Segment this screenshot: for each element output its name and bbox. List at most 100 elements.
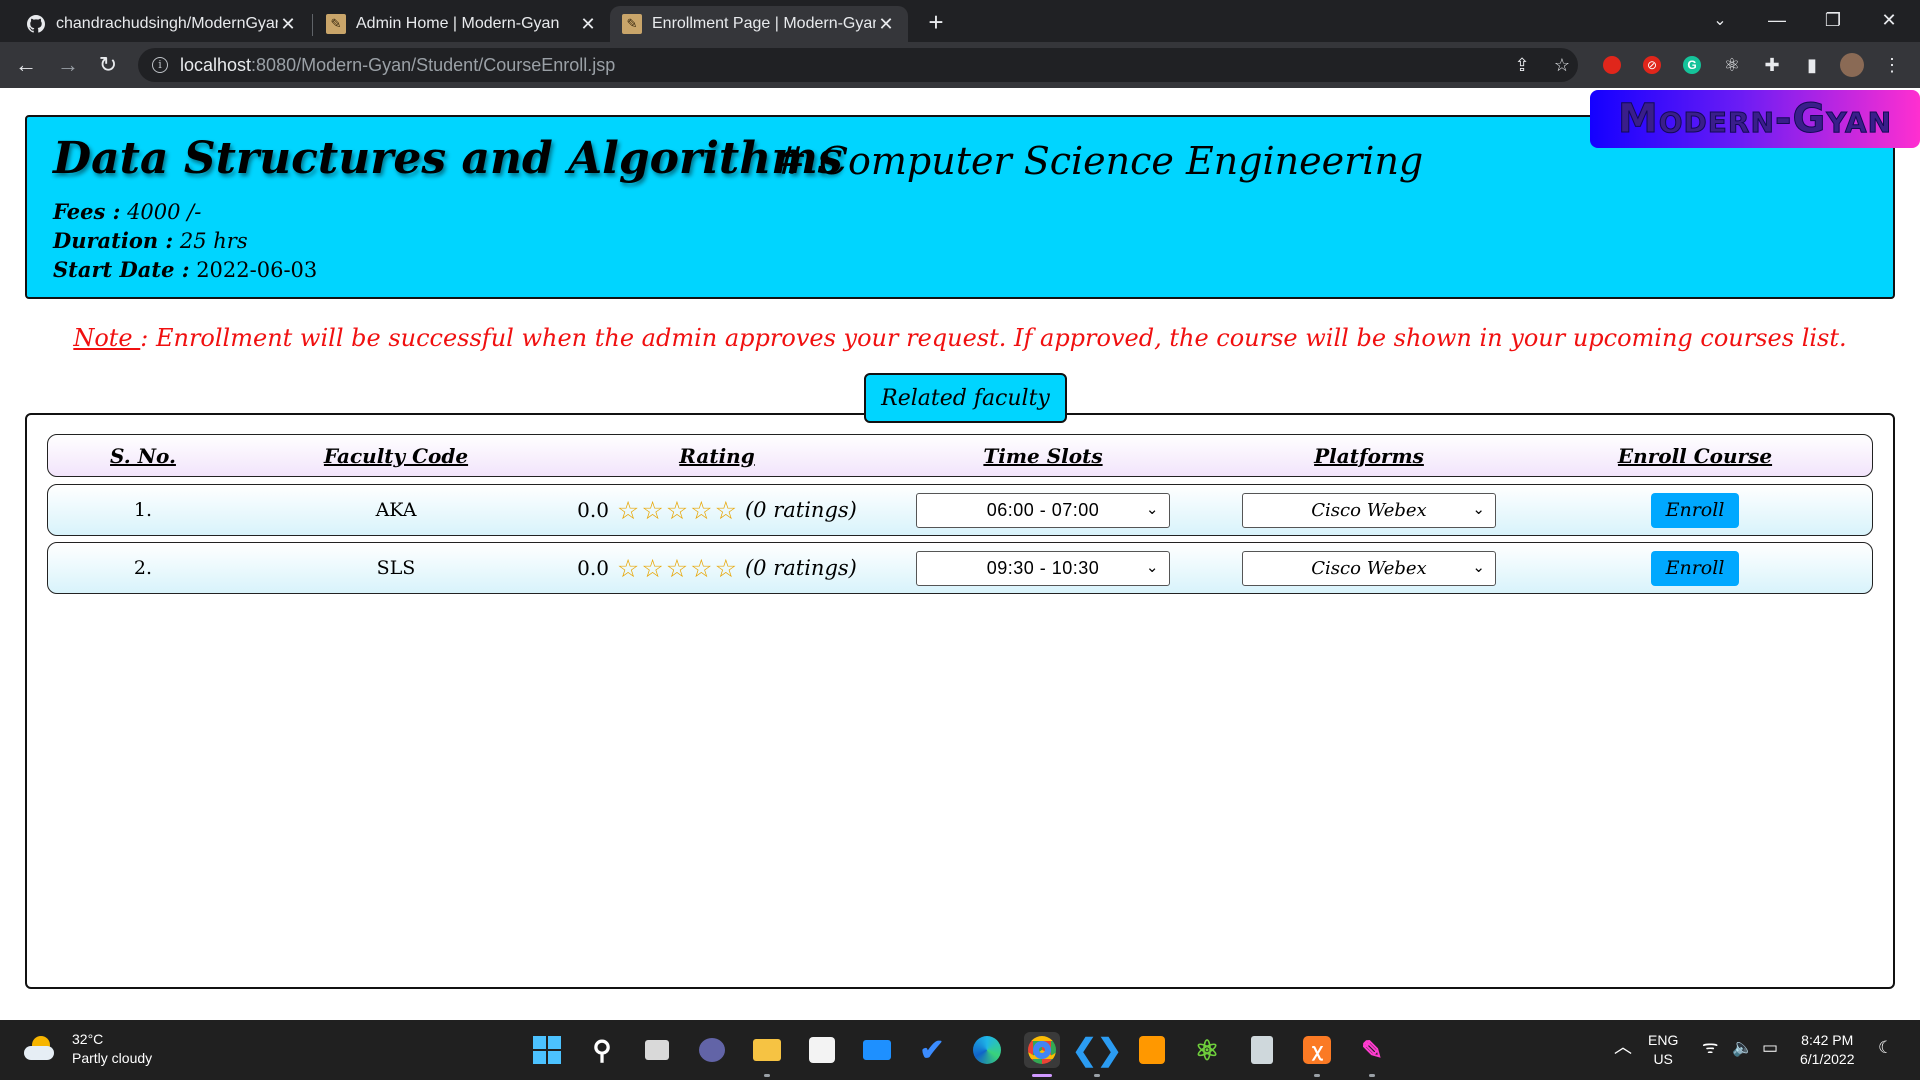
- tab-search-chevron-icon[interactable]: ⌄: [1695, 0, 1745, 40]
- language-indicator[interactable]: ENG US: [1648, 1031, 1678, 1069]
- row-sno: 1.: [133, 499, 153, 521]
- tab-title: chandrachudsingh/ModernGyan: [56, 15, 278, 32]
- weather-widget[interactable]: 32°C Partly cloudy: [24, 1030, 152, 1068]
- row-sno: 2.: [133, 557, 153, 579]
- enroll-button[interactable]: Enroll: [1651, 550, 1739, 586]
- back-arrow-icon[interactable]: ←: [10, 49, 42, 81]
- close-tab-icon[interactable]: ✕: [578, 14, 598, 35]
- restore-icon[interactable]: ❐: [1808, 0, 1858, 40]
- microsoft-store-icon[interactable]: [804, 1032, 840, 1068]
- platform-select[interactable]: Cisco Webex ⌄: [1242, 550, 1496, 586]
- profile-avatar-icon[interactable]: [1840, 53, 1864, 77]
- share-icon[interactable]: ⇪: [1510, 53, 1534, 77]
- faculty-table-header: S. No. Faculty Code Rating Time Slots Pl…: [47, 434, 1873, 477]
- chrome-icon[interactable]: [1024, 1032, 1060, 1068]
- close-tab-icon[interactable]: ✕: [278, 14, 298, 35]
- forward-arrow-icon[interactable]: →: [52, 49, 84, 81]
- pen-tool-icon[interactable]: ✎: [1354, 1032, 1390, 1068]
- rating-stars-icon[interactable]: ☆☆☆☆☆: [617, 496, 739, 525]
- browser-menu-icon[interactable]: ⋮: [1880, 53, 1904, 77]
- chevron-down-icon: ⌄: [1472, 499, 1485, 518]
- row-time-slot-cell: 09:30 - 10:30 ⌄: [880, 550, 1206, 586]
- close-window-icon[interactable]: ✕: [1864, 0, 1914, 40]
- search-icon[interactable]: ⚲: [584, 1032, 620, 1068]
- address-bar[interactable]: i localhost:8080/Modern-Gyan/Student/Cou…: [138, 48, 1578, 82]
- windows-start-icon[interactable]: [529, 1032, 565, 1068]
- enroll-button[interactable]: Enroll: [1651, 492, 1739, 528]
- weather-temperature: 32°C: [72, 1031, 104, 1047]
- running-indicator: [764, 1074, 770, 1077]
- column-header-sno: S. No.: [110, 443, 176, 468]
- duration-value: 25 hrs: [179, 229, 248, 253]
- modern-gyan-logo: Modern-Gyan: [1590, 90, 1920, 148]
- volume-icon[interactable]: 🔈: [1732, 1038, 1753, 1057]
- mail-icon[interactable]: [859, 1032, 895, 1068]
- url-host: localhost: [180, 54, 252, 75]
- reload-icon[interactable]: ↻: [92, 49, 124, 81]
- extensions-puzzle-icon[interactable]: ✚: [1760, 53, 1784, 77]
- extension-red-icon[interactable]: [1600, 53, 1624, 77]
- column-header-enroll-course: Enroll Course: [1617, 443, 1773, 468]
- task-view-icon[interactable]: [639, 1032, 675, 1068]
- column-header-faculty-code: Faculty Code: [323, 443, 469, 468]
- grammarly-icon[interactable]: G: [1680, 53, 1704, 77]
- xampp-icon[interactable]: ꭓ: [1299, 1032, 1335, 1068]
- ratings-count: (0 ratings): [744, 498, 857, 522]
- course-title: Data Structures and Algorithms: [53, 133, 843, 184]
- platform-value: Cisco Webex: [1311, 557, 1427, 579]
- course-start-date: Start Date : 2022-06-03: [53, 257, 317, 282]
- sublime-text-icon[interactable]: [1134, 1032, 1170, 1068]
- vscode-icon[interactable]: ❮❯: [1072, 1032, 1122, 1068]
- todo-check-icon[interactable]: ✔: [914, 1032, 950, 1068]
- logo-text: Modern-Gyan: [1617, 96, 1893, 143]
- browser-toolbar: ← → ↻ i localhost:8080/Modern-Gyan/Stude…: [0, 42, 1920, 88]
- modern-gyan-favicon-icon: ✎: [326, 14, 346, 34]
- close-tab-icon[interactable]: ✕: [876, 14, 896, 35]
- running-indicator: [1314, 1074, 1320, 1077]
- edge-browser-icon[interactable]: [969, 1032, 1005, 1068]
- time-slot-value: 09:30 - 10:30: [986, 557, 1100, 578]
- row-rating: 0.0 ☆☆☆☆☆ (0 ratings): [554, 496, 880, 525]
- tab-enrollment-page[interactable]: ✎ Enrollment Page | Modern-Gyan ✕: [610, 6, 908, 42]
- course-branch: # Computer Science Engineering: [775, 139, 1424, 183]
- partly-cloudy-icon: [24, 1036, 58, 1062]
- faculty-row: 2. SLS 0.0 ☆☆☆☆☆ (0 ratings) 09:30 - 10:…: [47, 542, 1873, 594]
- platform-select[interactable]: Cisco Webex ⌄: [1242, 492, 1496, 528]
- minimize-icon[interactable]: —: [1752, 0, 1802, 40]
- fees-value: 4000 /-: [127, 200, 202, 224]
- side-panel-icon[interactable]: ▮: [1800, 53, 1824, 77]
- tab-admin-home[interactable]: ✎ Admin Home | Modern-Gyan ✕: [314, 6, 610, 42]
- related-faculty-button[interactable]: Related faculty: [864, 373, 1067, 423]
- running-indicator: [1094, 1074, 1100, 1077]
- duration-label: Duration :: [53, 228, 174, 253]
- clock-time: 8:42 PM: [1801, 1032, 1854, 1048]
- calculator-icon[interactable]: [1244, 1032, 1280, 1068]
- row-faculty-code: SLS: [376, 557, 416, 579]
- show-hidden-icons-chevron-icon[interactable]: ︿: [1614, 1038, 1632, 1057]
- battery-icon[interactable]: ▭: [1762, 1038, 1778, 1057]
- teams-chat-icon[interactable]: [694, 1032, 730, 1068]
- bookmark-star-icon[interactable]: ☆: [1550, 53, 1574, 77]
- wifi-icon[interactable]: ᯤ: [1702, 1038, 1718, 1057]
- notification-moon-icon[interactable]: ☾: [1878, 1038, 1893, 1057]
- atom-editor-icon[interactable]: ⚛: [1189, 1032, 1225, 1068]
- ratings-count: (0 ratings): [744, 556, 857, 580]
- tab-github[interactable]: chandrachudsingh/ModernGyan ✕: [14, 6, 310, 42]
- time-slot-select[interactable]: 06:00 - 07:00 ⌄: [916, 492, 1170, 528]
- browser-tab-bar: chandrachudsingh/ModernGyan ✕ ✎ Admin Ho…: [0, 0, 1920, 42]
- system-clock[interactable]: 8:42 PM 6/1/2022: [1800, 1031, 1855, 1069]
- new-tab-button[interactable]: +: [922, 8, 950, 36]
- tab-title: Admin Home | Modern-Gyan: [356, 15, 560, 32]
- row-platform-cell: Cisco Webex ⌄: [1206, 492, 1532, 528]
- platform-value: Cisco Webex: [1311, 499, 1427, 521]
- extension-block-icon[interactable]: ⊘: [1640, 53, 1664, 77]
- site-info-icon[interactable]: i: [152, 57, 168, 73]
- modern-gyan-favicon-icon: ✎: [622, 14, 642, 34]
- file-explorer-icon[interactable]: [749, 1032, 785, 1068]
- react-devtools-icon[interactable]: ⚛: [1720, 53, 1744, 77]
- rating-stars-icon[interactable]: ☆☆☆☆☆: [617, 554, 739, 583]
- url-path: :8080/Modern-Gyan/Student/CourseEnroll.j…: [251, 54, 616, 75]
- time-slot-select[interactable]: 09:30 - 10:30 ⌄: [916, 550, 1170, 586]
- windows-taskbar: 32°C Partly cloudy ⚲ ✔ ❮❯ ⚛ ꭓ ✎ ︿ ENG US…: [0, 1020, 1920, 1080]
- page-viewport: Data Structures and Algorithms # Compute…: [0, 88, 1920, 1020]
